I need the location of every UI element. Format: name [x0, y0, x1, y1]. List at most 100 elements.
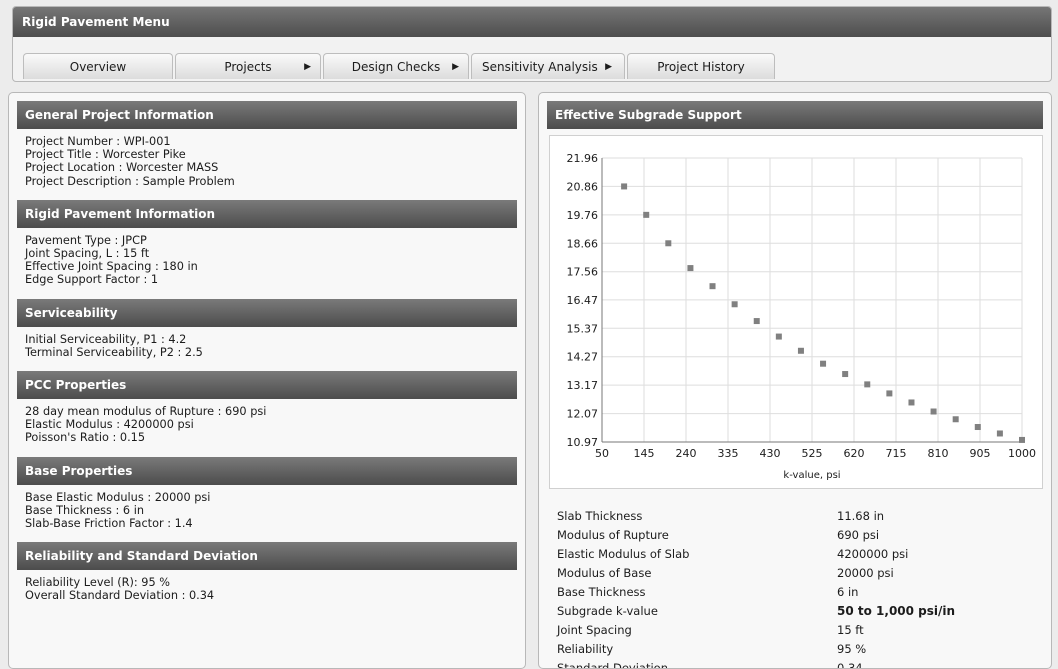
data-point	[952, 416, 959, 423]
y-tick-label: 20.86	[567, 180, 599, 193]
summary-label: Base Thickness	[557, 585, 646, 599]
section-header-rigid-pavement: Rigid Pavement Information	[17, 199, 517, 228]
data-point	[908, 399, 915, 406]
x-tick-label: 430	[760, 447, 781, 460]
data-point	[820, 360, 827, 367]
summary-value: 11.68 in	[837, 509, 885, 523]
info-line: Overall Standard Deviation : 0.34	[25, 589, 215, 603]
summary-row: Base Thickness 6 in	[557, 583, 1037, 602]
summary-label: Elastic Modulus of Slab	[557, 547, 690, 561]
x-tick-label: 335	[718, 447, 739, 460]
summary-label: Modulus of Rupture	[557, 528, 669, 542]
project-info-panel: General Project Information Project Numb…	[8, 92, 526, 669]
tab-project-history[interactable]: Project History	[627, 53, 775, 79]
summary-row: Elastic Modulus of Slab 4200000 psi	[557, 545, 1037, 564]
x-tick-label: 240	[676, 447, 697, 460]
summary-value: 95 %	[837, 642, 867, 656]
chart-grid	[601, 157, 1023, 443]
k-value-chart: 50 145 240 335 430 525 620 715 810 905 1000 10.97 12…	[549, 135, 1043, 489]
summary-row: Standard Deviation 0.34	[557, 659, 1037, 669]
data-point	[731, 301, 738, 308]
data-point	[753, 318, 760, 325]
data-point	[1019, 436, 1025, 443]
info-line: Project Title : Worcester Pike	[25, 148, 186, 162]
summary-label: Standard Deviation	[557, 661, 668, 669]
info-line: Terminal Serviceability, P2 : 2.5	[25, 345, 203, 359]
summary-value: 690 psi	[837, 528, 880, 542]
x-tick-label: 620	[844, 447, 865, 460]
y-tick-label: 13.17	[567, 379, 599, 392]
y-tick-label: 21.96	[567, 152, 599, 165]
summary-row: Joint Spacing 15 ft	[557, 621, 1037, 640]
summary-value: 6 in	[837, 585, 859, 599]
summary-label: Modulus of Base	[557, 566, 652, 580]
x-axis-title: k-value, psi	[783, 470, 840, 481]
x-tick-label: 715	[886, 447, 907, 460]
info-line: Project Location : Worcester MASS	[25, 161, 219, 175]
chart-points	[621, 183, 1025, 443]
section-header-pcc: PCC Properties	[17, 371, 517, 400]
info-line: Effective Joint Spacing : 180 in	[25, 260, 198, 274]
chart-svg: 50 145 240 335 430 525 620 715 810 905 100010.9712…	[567, 152, 1037, 481]
summary-row: Subgrade k-value 50 to 1,000 psi/in	[557, 602, 1037, 621]
x-tick-label: 905	[970, 447, 991, 460]
section-header-base: Base Properties	[17, 456, 517, 485]
data-point	[886, 390, 893, 397]
summary-value: 15 ft	[837, 623, 864, 637]
info-line: Base Elastic Modulus : 20000 psi	[25, 490, 211, 504]
data-point	[797, 347, 804, 354]
tab-projects[interactable]: Projects ▶	[175, 53, 321, 79]
info-line: Project Description : Sample Problem	[25, 174, 235, 188]
data-point	[687, 265, 694, 272]
menu-panel: Rigid Pavement Menu Overview Projects ▶ …	[12, 6, 1052, 82]
section-header-subgrade: Effective Subgrade Support	[547, 101, 1043, 129]
tab-overview[interactable]: Overview	[23, 53, 173, 79]
section-body-rigid-pavement: Pavement Type : JPCP Joint Spacing, L : …	[9, 228, 525, 299]
section-body-reliability: Reliability Level (R): 95 % Overall Stan…	[9, 570, 525, 614]
section-body-base: Base Elastic Modulus : 20000 psi Base Th…	[9, 485, 525, 543]
data-point	[864, 381, 871, 388]
y-tick-label: 18.66	[567, 237, 599, 250]
submenu-arrow-icon: ▶	[605, 62, 612, 72]
data-point	[974, 424, 981, 431]
summary-label: Reliability	[557, 642, 614, 656]
info-line: Joint Spacing, L : 15 ft	[25, 247, 150, 261]
submenu-arrow-icon: ▶	[304, 62, 311, 72]
info-line: Project Number : WPI-001	[25, 135, 171, 148]
summary-value: 0.34	[837, 661, 863, 669]
info-line: Elastic Modulus : 4200000 psi	[25, 418, 194, 432]
tab-label: Design Checks	[351, 60, 441, 74]
data-point	[709, 283, 716, 290]
section-header-general: General Project Information	[17, 101, 517, 129]
info-line: Poisson's Ratio : 0.15	[25, 431, 146, 445]
section-body-pcc: 28 day mean modulus of Rupture : 690 psi…	[9, 399, 525, 457]
data-point	[643, 211, 650, 218]
menu-title: Rigid Pavement Menu	[13, 7, 1051, 37]
info-line: Base Thickness : 6 in	[25, 503, 144, 517]
info-line: Initial Serviceability, P1 : 4.2	[25, 332, 187, 346]
summary-label: Slab Thickness	[557, 509, 643, 523]
section-body-general: Project Number : WPI-001 Project Title :…	[9, 129, 525, 200]
y-tick-label: 19.76	[567, 209, 599, 222]
summary-row: Slab Thickness 11.68 in	[557, 507, 1037, 526]
x-tick-label: 1000	[1008, 447, 1036, 460]
summary-value: 20000 psi	[837, 566, 894, 580]
tab-sensitivity-analysis[interactable]: Sensitivity Analysis ▶	[471, 53, 625, 79]
data-point	[621, 183, 628, 190]
summary-label: Joint Spacing	[557, 623, 632, 637]
info-line: Slab-Base Friction Factor : 1.4	[25, 517, 193, 531]
data-point	[996, 430, 1003, 437]
data-point	[775, 333, 782, 340]
tab-design-checks[interactable]: Design Checks ▶	[323, 53, 469, 79]
section-header-reliability: Reliability and Standard Deviation	[17, 542, 517, 571]
x-tick-label: 145	[634, 447, 655, 460]
summary-row: Modulus of Rupture 690 psi	[557, 526, 1037, 545]
tab-label: Sensitivity Analysis	[482, 60, 598, 74]
info-line: Edge Support Factor : 1	[25, 273, 159, 287]
design-summary: Slab Thickness 11.68 in Modulus of Ruptu…	[557, 507, 1037, 669]
data-point	[930, 408, 937, 415]
submenu-arrow-icon: ▶	[452, 62, 459, 72]
info-line: 28 day mean modulus of Rupture : 690 psi	[25, 405, 267, 419]
menu-tabs: Overview Projects ▶ Design Checks ▶ Sens…	[23, 53, 777, 79]
info-line: Reliability Level (R): 95 %	[25, 576, 170, 590]
